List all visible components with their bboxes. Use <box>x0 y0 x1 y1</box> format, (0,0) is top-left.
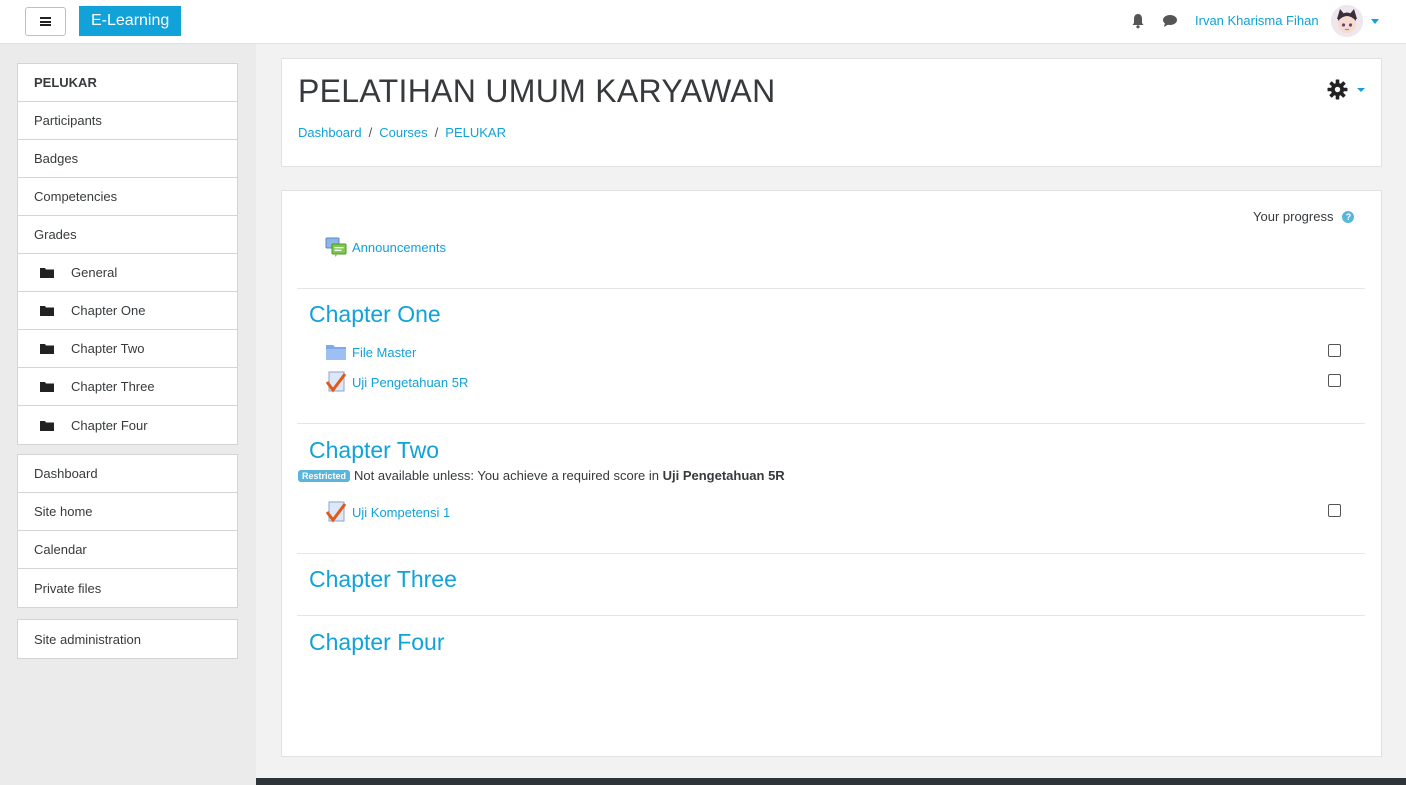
section-title-chapter-one[interactable]: Chapter One <box>309 301 441 328</box>
caret-down-icon[interactable] <box>1357 88 1365 92</box>
avatar[interactable] <box>1331 5 1363 37</box>
activity-file-master[interactable]: File Master <box>325 341 416 363</box>
quiz-icon <box>325 371 347 393</box>
nav-item-label: Calendar <box>34 542 87 557</box>
nav-item-label: Chapter Two <box>71 341 145 356</box>
breadcrumb-course[interactable]: PELUKAR <box>445 125 506 140</box>
nav-item-course[interactable]: PELUKAR <box>18 64 237 102</box>
folder-icon <box>40 344 54 354</box>
nav-item-label: Site home <box>34 504 93 519</box>
activity-link[interactable]: Uji Kompetensi 1 <box>352 505 450 520</box>
nav-item-participants[interactable]: Participants <box>18 102 237 140</box>
nav-item-grades[interactable]: Grades <box>18 216 237 254</box>
nav-item-site-home[interactable]: Site home <box>18 493 237 531</box>
nav-item-label: Grades <box>34 227 77 242</box>
forum-icon <box>325 237 347 257</box>
nav-item-chapter-three[interactable]: Chapter Three <box>18 368 237 406</box>
course-nav-block: PELUKAR Participants Badges Competencies… <box>17 63 238 445</box>
nav-item-chapter-one[interactable]: Chapter One <box>18 292 237 330</box>
nav-item-label: PELUKAR <box>34 75 97 90</box>
restriction-target: Uji Pengetahuan 5R <box>662 468 785 483</box>
section-divider <box>297 553 1365 554</box>
restriction-text: Not available unless: You achieve a requ… <box>354 468 663 483</box>
activity-link[interactable]: Uji Pengetahuan 5R <box>352 375 468 390</box>
help-icon[interactable]: ? <box>1342 210 1355 223</box>
nav-item-competencies[interactable]: Competencies <box>18 178 237 216</box>
bell-icon[interactable] <box>1131 13 1145 29</box>
folder-icon <box>40 420 54 431</box>
section-title-chapter-two[interactable]: Chapter Two <box>309 437 439 464</box>
section-divider <box>297 423 1365 424</box>
section-title-chapter-four[interactable]: Chapter Four <box>309 629 445 656</box>
nav-item-label: Private files <box>34 580 102 596</box>
breadcrumb: Dashboard / Courses / PELUKAR <box>298 125 506 140</box>
restriction-notice: Restricted Not available unless: You ach… <box>298 468 785 483</box>
breadcrumb-courses[interactable]: Courses <box>379 125 427 140</box>
site-nav-block: Dashboard Site home Calendar Private fil… <box>17 454 238 608</box>
activity-link[interactable]: File Master <box>352 345 416 360</box>
nav-item-badges[interactable]: Badges <box>18 140 237 178</box>
activity-uji-kompetensi-1[interactable]: Uji Kompetensi 1 <box>325 501 450 523</box>
nav-item-private-files[interactable]: Private files <box>18 569 237 607</box>
quiz-icon <box>325 501 347 523</box>
progress-label: Your progress <box>1253 209 1334 224</box>
breadcrumb-separator: / <box>368 125 373 140</box>
caret-down-icon[interactable] <box>1371 19 1379 24</box>
user-name[interactable]: Irvan Kharisma Fihan <box>1195 13 1319 28</box>
nav-item-label: Badges <box>34 151 79 166</box>
nav-item-dashboard[interactable]: Dashboard <box>18 455 237 493</box>
page-title: PELATIHAN UMUM KARYAWAN <box>298 73 776 109</box>
progress-indicator: Your progress ? <box>1253 209 1355 224</box>
chat-icon[interactable] <box>1162 14 1178 28</box>
nav-item-chapter-four[interactable]: Chapter Four <box>18 406 237 444</box>
admin-nav-block: Site administration <box>17 619 238 659</box>
nav-item-calendar[interactable]: Calendar <box>18 531 237 569</box>
nav-item-label: General <box>71 265 118 280</box>
activity-uji-pengetahuan-5r[interactable]: Uji Pengetahuan 5R <box>325 371 468 393</box>
nav-item-general[interactable]: General <box>18 254 237 292</box>
folder-icon <box>40 268 54 278</box>
restricted-badge: Restricted <box>298 469 351 482</box>
hamburger-icon <box>40 17 51 26</box>
nav-item-label: Participants <box>34 113 102 128</box>
nav-item-label: Chapter Four <box>71 417 148 433</box>
drawer-toggle-button[interactable] <box>25 7 66 36</box>
nav-item-label: Dashboard <box>34 466 98 481</box>
site-brand[interactable]: E-Learning <box>79 6 182 36</box>
footer <box>256 778 1406 785</box>
breadcrumb-separator: / <box>434 125 439 140</box>
nav-item-label: Chapter Three <box>71 379 155 394</box>
gear-icon[interactable] <box>1327 79 1348 100</box>
page-header: PELATIHAN UMUM KARYAWAN Dashboard / Cour… <box>281 58 1382 167</box>
nav-item-label: Competencies <box>34 189 118 204</box>
nav-item-label: Chapter One <box>71 303 146 318</box>
folder-icon <box>326 345 346 360</box>
nav-item-chapter-two[interactable]: Chapter Two <box>18 330 237 368</box>
folder-icon <box>40 306 54 316</box>
folder-icon <box>40 382 54 392</box>
course-content: Your progress ? Announcements Chapter On… <box>281 190 1382 757</box>
section-divider <box>297 615 1365 616</box>
completion-checkbox[interactable] <box>1328 344 1341 357</box>
completion-checkbox[interactable] <box>1328 374 1341 387</box>
breadcrumb-dashboard[interactable]: Dashboard <box>298 125 362 140</box>
top-navbar: E-Learning Irvan Kharisma Fihan <box>0 0 1406 44</box>
nav-item-label: Site administration <box>34 631 141 647</box>
completion-checkbox[interactable] <box>1328 504 1341 517</box>
section-divider <box>297 288 1365 289</box>
activity-link[interactable]: Announcements <box>352 240 446 255</box>
section-title-chapter-three[interactable]: Chapter Three <box>309 566 457 593</box>
nav-item-site-administration[interactable]: Site administration <box>18 620 237 658</box>
nav-drawer: PELUKAR Participants Badges Competencies… <box>0 44 256 785</box>
activity-announcements[interactable]: Announcements <box>325 236 446 258</box>
